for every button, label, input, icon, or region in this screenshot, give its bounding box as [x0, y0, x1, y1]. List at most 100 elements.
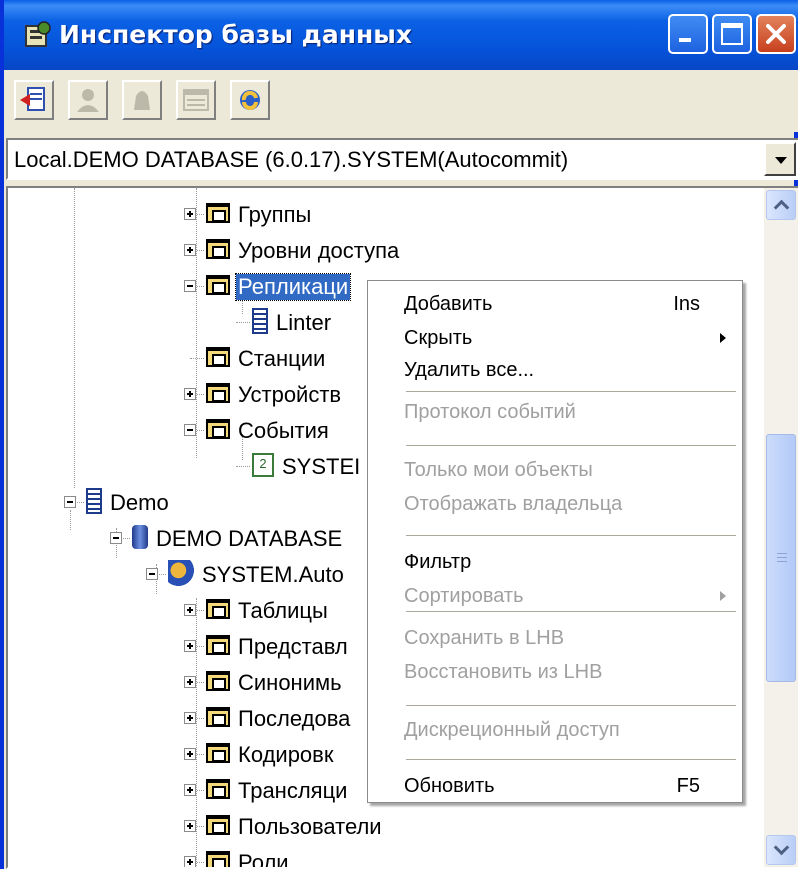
expand-icon[interactable] [184, 712, 196, 724]
collapse-icon[interactable] [184, 424, 196, 436]
tree-connector-line [190, 358, 204, 359]
collapse-icon[interactable] [184, 280, 196, 292]
tree-node-label: Таблицы [238, 598, 328, 623]
tree-node-label: DEMO DATABASE [156, 526, 343, 551]
bell-icon [134, 91, 150, 110]
close-button[interactable] [756, 14, 796, 54]
bell-button[interactable] [122, 80, 162, 120]
tree-node-label: Demo [110, 490, 169, 515]
tree-node-label: Устройств [238, 382, 342, 407]
tree-connector-line [236, 466, 250, 467]
folder-icon [206, 239, 230, 259]
menu-item-label: Дискреционный доступ [404, 719, 620, 741]
menu-item-label: Сортировать [404, 585, 524, 607]
add-connection-icon [20, 87, 45, 111]
connection-select[interactable]: Local.DEMO DATABASE (6.0.17).SYSTEM(Auto… [6, 138, 798, 180]
menu-item-label: Отображать владельца [404, 493, 623, 515]
menu-separator [406, 445, 736, 446]
menu-item[interactable]: Добавить Ins [368, 287, 742, 321]
submenu-arrow-icon [720, 333, 726, 343]
grip-line [777, 561, 787, 562]
tree-node[interactable]: Группы [8, 198, 768, 234]
tree-node-label: Представл [238, 634, 348, 659]
menu-item-label: Протокол событий [404, 401, 576, 423]
folder-icon [206, 599, 230, 619]
scroll-up-button[interactable] [766, 190, 796, 220]
tree-node[interactable]: Пользователи [8, 810, 768, 846]
cylinder-icon [132, 525, 148, 549]
user-icon [77, 89, 99, 112]
tree-node-label: SYSTEI [282, 454, 361, 479]
menu-item: Только мои объекты [368, 453, 742, 487]
menu-item-label: Восстановить из LHB [404, 661, 603, 683]
window-title: Инспектор базы данных [59, 20, 412, 49]
add-connection-button[interactable] [14, 80, 54, 120]
expand-icon[interactable] [184, 820, 196, 832]
folder-icon [206, 815, 230, 835]
menu-item: Сохранить в LHB [368, 621, 742, 655]
calendar-icon: 2 [252, 453, 274, 477]
menu-item-label: Фильтр [404, 551, 472, 573]
connection-icon [168, 560, 194, 586]
tree-node-label: События [238, 418, 329, 443]
tree-node[interactable]: Роли [8, 846, 768, 867]
expand-icon[interactable] [184, 388, 196, 400]
menu-item[interactable]: Обновить F5 [368, 769, 742, 803]
window-button[interactable] [176, 80, 216, 120]
menu-separator [406, 705, 736, 706]
expand-icon[interactable] [184, 856, 196, 867]
menu-item[interactable]: Фильтр [368, 545, 742, 579]
collapse-icon[interactable] [110, 532, 122, 544]
minimize-button[interactable] [668, 14, 708, 54]
menu-item-label: Скрыть [404, 327, 473, 349]
menu-item-label: Сохранить в LHB [404, 627, 565, 649]
title-bar[interactable]: Инспектор базы данных [4, 0, 798, 70]
tree-node-label: Кодировк [238, 742, 334, 767]
vertical-scrollbar[interactable] [764, 188, 798, 867]
toolbar [8, 70, 798, 132]
database-icon [86, 488, 102, 514]
menu-item-label: Удалить все... [404, 359, 535, 381]
db-inspector-icon [25, 21, 51, 47]
folder-icon [206, 383, 230, 403]
refresh-button[interactable] [230, 80, 270, 120]
expand-icon[interactable] [184, 604, 196, 616]
connection-select-value: Local.DEMO DATABASE (6.0.17).SYSTEM(Auto… [14, 147, 569, 172]
expand-icon[interactable] [184, 784, 196, 796]
tree-node-label: Уровни доступа [238, 238, 400, 263]
database-icon [252, 308, 268, 334]
expand-icon[interactable] [184, 748, 196, 760]
minimize-icon [679, 38, 691, 42]
expand-icon[interactable] [184, 676, 196, 688]
chevron-down-icon[interactable] [764, 142, 796, 176]
tree-node-label: Трансляци [238, 778, 348, 803]
tree-connector-line [236, 322, 250, 323]
refresh-icon [240, 90, 260, 110]
tree-node[interactable]: Уровни доступа [8, 234, 768, 270]
collapse-icon[interactable] [146, 568, 158, 580]
folder-icon [206, 743, 230, 763]
menu-item: Восстановить из LHB [368, 655, 742, 689]
tree-node-label: Синонимь [238, 670, 342, 695]
folder-icon [206, 635, 230, 655]
menu-item-shortcut: Ins [673, 293, 700, 315]
expand-icon[interactable] [184, 640, 196, 652]
expand-icon[interactable] [184, 208, 196, 220]
app-window: Инспектор базы данных Local.DEMO DATABAS… [0, 0, 798, 869]
user-button[interactable] [68, 80, 108, 120]
scroll-down-button[interactable] [766, 835, 796, 865]
menu-item: Сортировать [368, 579, 742, 613]
menu-item[interactable]: Скрыть [368, 321, 742, 355]
expand-icon[interactable] [184, 244, 196, 256]
menu-item[interactable]: Удалить все... [368, 353, 742, 387]
folder-icon [206, 275, 230, 295]
chevron-up-icon [773, 199, 790, 216]
tree-node-label: Пользователи [238, 814, 382, 839]
collapse-icon[interactable] [64, 496, 76, 508]
menu-separator [406, 391, 736, 392]
menu-item-label: Добавить [404, 293, 493, 315]
context-menu: Добавить Ins Скрыть Удалить все... Протокол … [367, 280, 743, 803]
maximize-button[interactable] [712, 14, 752, 54]
scroll-thumb[interactable] [766, 434, 796, 682]
tree-node-label: Последова [238, 706, 351, 731]
